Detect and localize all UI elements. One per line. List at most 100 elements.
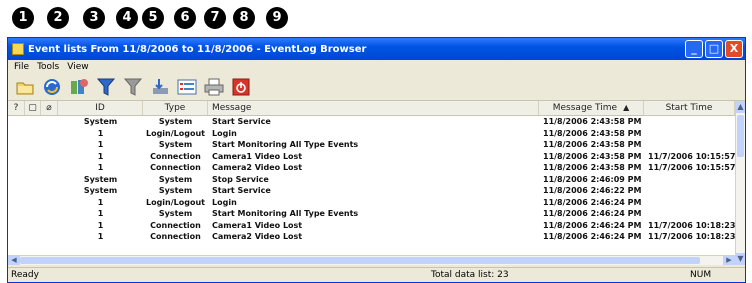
start-time-cell bbox=[644, 139, 735, 151]
message-cell: Login bbox=[212, 128, 237, 138]
vertical-scroll-thumb[interactable] bbox=[737, 115, 744, 157]
start-time-cell bbox=[644, 116, 735, 128]
vertical-scrollbar[interactable]: ▲ ▼ bbox=[735, 101, 745, 265]
minimize-button[interactable]: _ bbox=[685, 40, 703, 58]
print-icon bbox=[204, 78, 224, 96]
column-header-id[interactable]: ID bbox=[58, 101, 143, 115]
event-rows: System System Start Service 11/8/2006 2:43:… bbox=[8, 116, 735, 243]
type-cell: Login/Logout bbox=[145, 197, 205, 207]
id-cell: System bbox=[83, 117, 118, 126]
table-row[interactable]: System System Start Service 11/8/2006 2:43:… bbox=[8, 116, 735, 128]
callout-row: 1 2 3 4 5 6 7 8 9 bbox=[0, 0, 752, 38]
menu-tools[interactable]: Tools bbox=[33, 62, 63, 72]
table-row[interactable]: 1 Connection Camera2 Video Lost 11/8/2006 2… bbox=[8, 231, 735, 243]
type-cell: Connection bbox=[150, 163, 201, 172]
flag-cell bbox=[8, 139, 25, 151]
power-icon bbox=[232, 78, 250, 96]
table-row[interactable]: 1 System Start Monitoring All Type Events 1… bbox=[8, 139, 735, 151]
flag-cell bbox=[8, 208, 25, 220]
start-time-cell: 11/7/2006 10:15:57 AM bbox=[648, 163, 735, 172]
scroll-up-icon[interactable]: ▲ bbox=[736, 101, 745, 113]
export-icon bbox=[153, 79, 168, 94]
type-cell: System bbox=[158, 174, 193, 184]
note-cell bbox=[25, 139, 41, 151]
refresh-button[interactable] bbox=[41, 76, 63, 98]
id-cell: 1 bbox=[97, 220, 104, 230]
open-folder-button[interactable] bbox=[14, 76, 36, 98]
event-grid: ? ▢ ⌀ ID Type Message Message Time ▲ Star… bbox=[8, 101, 735, 265]
scroll-left-icon[interactable]: ◀ bbox=[8, 256, 20, 265]
menu-bar: File Tools View bbox=[8, 60, 745, 74]
message-cell: Login bbox=[212, 197, 237, 207]
flag-cell bbox=[8, 174, 25, 186]
message-cell: Start Monitoring All Type Events bbox=[212, 140, 359, 149]
start-time-cell bbox=[644, 197, 735, 209]
table-row[interactable]: 1 System Start Monitoring All Type Events 1… bbox=[8, 208, 735, 220]
start-time-cell bbox=[644, 128, 735, 140]
filter-button[interactable] bbox=[95, 76, 117, 98]
message-cell: Stop Service bbox=[212, 174, 269, 184]
grid-header: ? ▢ ⌀ ID Type Message Message Time ▲ Star… bbox=[8, 101, 735, 116]
column-header-flag[interactable]: ? bbox=[8, 101, 25, 115]
menu-file[interactable]: File bbox=[10, 62, 33, 72]
print-button[interactable] bbox=[203, 76, 225, 98]
note-cell bbox=[25, 151, 41, 163]
table-row[interactable]: 1 Connection Camera2 Video Lost 11/8/2006 2… bbox=[8, 162, 735, 174]
type-cell: System bbox=[158, 209, 193, 218]
table-row[interactable]: 1 Connection Camera1 Video Lost 11/8/2006 2… bbox=[8, 151, 735, 163]
table-row[interactable]: 1 Login/Logout Login 11/8/2006 2:43:58 PM bbox=[8, 128, 735, 140]
column-header-message[interactable]: Message bbox=[208, 101, 539, 115]
column-header-start-time[interactable]: Start Time bbox=[644, 101, 735, 115]
column-header-note[interactable]: ▢ bbox=[25, 101, 41, 115]
callout-2: 2 bbox=[47, 7, 69, 29]
scroll-down-icon[interactable]: ▼ bbox=[736, 253, 745, 265]
message-time-cell: 11/8/2006 2:46:24 PM bbox=[543, 197, 642, 207]
maximize-button[interactable]: □ bbox=[705, 40, 723, 58]
id-cell: 1 bbox=[97, 232, 104, 241]
attachment-cell bbox=[41, 151, 58, 163]
column-header-type[interactable]: Type bbox=[143, 101, 208, 115]
id-cell: System bbox=[83, 186, 118, 195]
table-row[interactable]: System System Stop Service 11/8/2006 2:46:0… bbox=[8, 174, 735, 186]
horizontal-scrollbar[interactable]: ◀ ▶ bbox=[8, 255, 735, 265]
attachment-cell bbox=[41, 208, 58, 220]
id-cell: 1 bbox=[97, 197, 104, 207]
event-list-icon bbox=[71, 79, 88, 94]
status-total: Total data list: 23 bbox=[431, 270, 509, 280]
start-time-cell: 11/7/2006 10:18:23 AM bbox=[648, 232, 735, 241]
event-list-button[interactable] bbox=[68, 76, 90, 98]
column-header-attachment[interactable]: ⌀ bbox=[41, 101, 58, 115]
table-view-button[interactable] bbox=[176, 76, 198, 98]
note-cell bbox=[25, 197, 41, 209]
start-time-cell: 11/7/2006 10:18:23 AM bbox=[648, 220, 735, 230]
flag-cell bbox=[8, 220, 25, 232]
type-cell: Login/Logout bbox=[145, 128, 205, 138]
horizontal-scroll-thumb[interactable] bbox=[20, 257, 700, 264]
table-row[interactable]: System System Start Service 11/8/2006 2:46:… bbox=[8, 185, 735, 197]
type-cell: System bbox=[158, 186, 193, 195]
flag-cell bbox=[8, 197, 25, 209]
message-time-cell: 11/8/2006 2:43:58 PM bbox=[543, 151, 642, 161]
table-view-icon bbox=[177, 79, 197, 95]
id-cell: 1 bbox=[97, 140, 104, 149]
close-button[interactable]: X bbox=[725, 40, 743, 58]
clear-filter-button[interactable] bbox=[122, 76, 144, 98]
attachment-cell bbox=[41, 162, 58, 174]
note-cell bbox=[25, 220, 41, 232]
menu-view[interactable]: View bbox=[63, 62, 92, 72]
type-cell: Connection bbox=[150, 220, 201, 230]
column-header-message-time[interactable]: Message Time ▲ bbox=[539, 101, 644, 115]
exit-button[interactable] bbox=[230, 76, 252, 98]
export-button[interactable] bbox=[149, 76, 171, 98]
toolbar bbox=[8, 74, 745, 101]
table-row[interactable]: 1 Login/Logout Login 11/8/2006 2:46:24 PM bbox=[8, 197, 735, 209]
scroll-right-icon[interactable]: ▶ bbox=[723, 256, 735, 265]
message-cell: Start Service bbox=[212, 117, 271, 126]
open-folder-icon bbox=[16, 82, 34, 95]
message-cell: Camera2 Video Lost bbox=[212, 232, 303, 241]
note-cell bbox=[25, 208, 41, 220]
title-bar[interactable]: Event lists From 11/8/2006 to 11/8/2006 … bbox=[8, 38, 745, 60]
clear-filter-icon bbox=[124, 78, 142, 96]
table-row[interactable]: 1 Connection Camera1 Video Lost 11/8/2006 2… bbox=[8, 220, 735, 232]
attachment-cell bbox=[41, 116, 58, 128]
